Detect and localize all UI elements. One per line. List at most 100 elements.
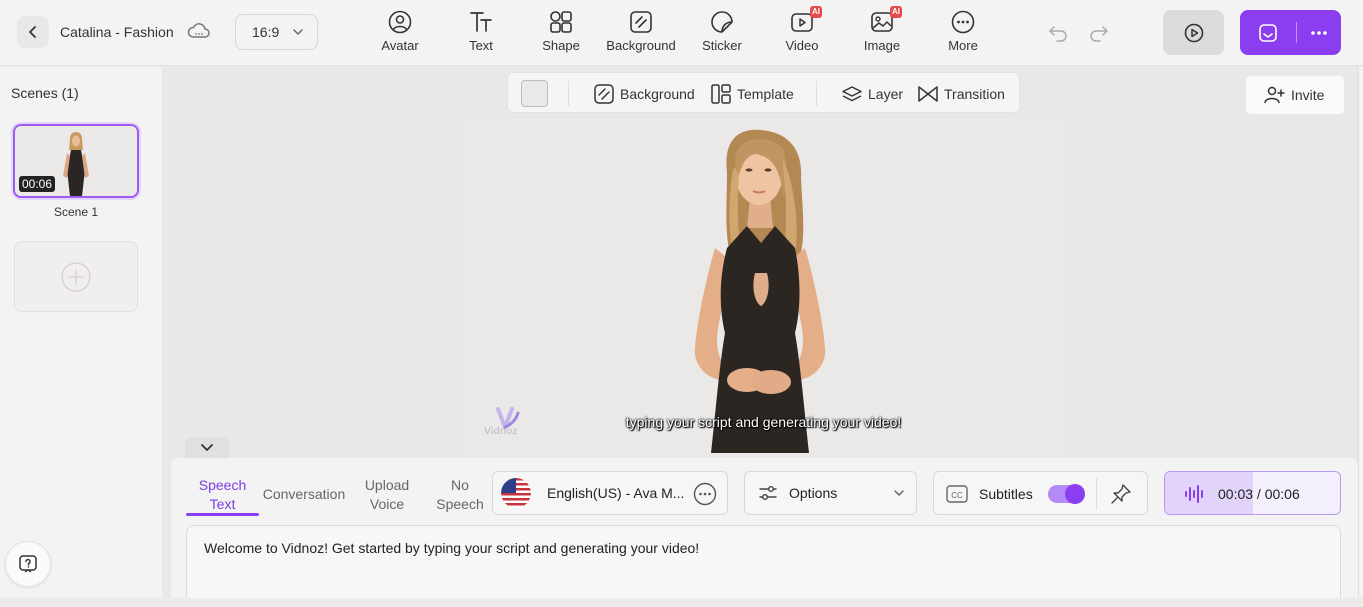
transition-icon bbox=[918, 86, 938, 102]
bottom-edge bbox=[0, 598, 1363, 607]
chevron-down-icon bbox=[894, 490, 904, 497]
tool-sticker[interactable]: Sticker bbox=[684, 8, 760, 58]
canvas-background-button[interactable]: Background bbox=[593, 82, 695, 106]
scene-thumbnail[interactable]: 00:06 bbox=[13, 124, 139, 198]
audio-player[interactable]: 00:03 / 00:06 bbox=[1164, 471, 1341, 515]
scenes-title: Scenes (1) bbox=[11, 85, 79, 101]
subtitles-control: CC Subtitles bbox=[933, 471, 1148, 515]
more-horizontal-icon[interactable] bbox=[693, 482, 717, 506]
tool-shape[interactable]: Shape bbox=[523, 8, 599, 58]
back-button[interactable] bbox=[17, 16, 49, 48]
tab-speech-text[interactable]: Speech Text bbox=[195, 476, 250, 514]
project-title[interactable]: Catalina - Fashion bbox=[60, 24, 174, 40]
collapse-panel-button[interactable] bbox=[185, 437, 229, 459]
top-toolbar: Catalina - Fashion 16:9 Avatar Text Shap… bbox=[0, 0, 1363, 66]
tab-label: Voice bbox=[369, 496, 405, 512]
audio-time: 00:03 / 00:06 bbox=[1218, 486, 1300, 502]
sticker-icon bbox=[711, 11, 733, 33]
options-select[interactable]: Options bbox=[744, 471, 917, 515]
invite-button[interactable]: Invite bbox=[1245, 75, 1345, 115]
aspect-ratio-select[interactable]: 16:9 bbox=[235, 14, 318, 50]
text-icon bbox=[470, 12, 492, 32]
tab-label: Speech bbox=[198, 477, 247, 493]
tool-avatar[interactable]: Avatar bbox=[362, 8, 438, 58]
add-scene-button[interactable] bbox=[14, 241, 138, 312]
voice-name: English(US) - Ava M... bbox=[547, 485, 685, 501]
divider bbox=[568, 81, 569, 106]
chevron-down-icon bbox=[293, 29, 303, 36]
divider bbox=[816, 81, 817, 106]
invite-label: Invite bbox=[1291, 87, 1325, 103]
toggle-knob bbox=[1065, 484, 1085, 504]
subtitles-label: Subtitles bbox=[979, 486, 1033, 502]
add-user-icon bbox=[1264, 86, 1285, 104]
tab-no-speech[interactable]: No Speech bbox=[431, 476, 489, 514]
tool-label: Avatar bbox=[381, 38, 419, 53]
tool-label: Video bbox=[785, 38, 819, 53]
aspect-ratio-value: 16:9 bbox=[252, 24, 280, 40]
scene-duration: 00:06 bbox=[19, 176, 56, 192]
ai-badge: AI bbox=[810, 6, 822, 18]
subtitle-style-icon[interactable] bbox=[1109, 482, 1133, 506]
chevron-left-icon bbox=[29, 26, 36, 38]
avatar-icon bbox=[388, 10, 412, 34]
tab-label: No bbox=[451, 477, 469, 493]
tool-label: Background bbox=[606, 38, 676, 53]
preview-button[interactable] bbox=[1163, 10, 1224, 55]
us-flag-icon bbox=[501, 478, 531, 508]
shape-icon bbox=[550, 11, 572, 33]
layer-icon bbox=[842, 86, 862, 102]
canvas-background-label: Background bbox=[620, 86, 695, 102]
sliders-icon bbox=[759, 485, 777, 500]
template-label: Template bbox=[737, 86, 794, 102]
export-button[interactable] bbox=[1240, 10, 1341, 55]
more-icon bbox=[951, 10, 975, 34]
tool-label: Shape bbox=[542, 38, 580, 53]
background-icon bbox=[630, 11, 652, 33]
help-button[interactable] bbox=[5, 541, 51, 587]
transition-label: Transition bbox=[944, 86, 1005, 102]
tab-label: Speech bbox=[436, 496, 484, 512]
undo-icon[interactable] bbox=[1046, 20, 1070, 44]
video-canvas[interactable]: Vidnoz typing your script and generating… bbox=[465, 118, 1062, 453]
script-textarea[interactable]: Welcome to Vidnoz! Get started by typing… bbox=[186, 525, 1341, 607]
voice-select[interactable]: English(US) - Ava M... bbox=[492, 471, 728, 515]
tab-conversation[interactable]: Conversation bbox=[260, 485, 348, 504]
tool-text[interactable]: Text bbox=[443, 8, 519, 58]
tool-more[interactable]: More bbox=[925, 8, 1001, 58]
cloud-save-icon bbox=[187, 23, 210, 38]
color-swatch[interactable] bbox=[521, 80, 548, 107]
options-label: Options bbox=[789, 485, 838, 501]
redo-icon[interactable] bbox=[1087, 20, 1111, 44]
template-button[interactable]: Template bbox=[710, 82, 794, 106]
play-circle-icon bbox=[1184, 23, 1203, 42]
more-horizontal-icon[interactable] bbox=[1308, 22, 1330, 44]
divider bbox=[1096, 478, 1097, 510]
audio-wave-icon bbox=[1185, 485, 1203, 503]
svg-text:CC: CC bbox=[951, 491, 963, 500]
plus-circle-icon bbox=[61, 261, 91, 292]
export-icon bbox=[1259, 24, 1277, 42]
tool-image[interactable]: AI Image bbox=[844, 6, 920, 58]
tool-background[interactable]: Background bbox=[603, 8, 679, 58]
transition-button[interactable]: Transition bbox=[917, 82, 1005, 106]
avatar-image[interactable] bbox=[465, 118, 1062, 453]
template-icon bbox=[711, 84, 731, 104]
tab-label: Upload bbox=[364, 477, 410, 493]
closed-captions-icon: CC bbox=[946, 485, 968, 503]
subtitle-overlay[interactable]: typing your script and generating your v… bbox=[465, 414, 1062, 430]
subtitles-toggle[interactable] bbox=[1048, 484, 1085, 504]
tool-label: Text bbox=[469, 38, 493, 53]
ai-badge: AI bbox=[890, 6, 902, 18]
scrollbar[interactable] bbox=[1358, 67, 1363, 607]
active-tab-indicator bbox=[186, 513, 259, 516]
layer-button[interactable]: Layer bbox=[841, 82, 903, 106]
tool-label: More bbox=[948, 38, 978, 53]
tool-label: Image bbox=[863, 38, 901, 53]
chevron-down-icon bbox=[201, 444, 213, 451]
scene-label: Scene 1 bbox=[53, 205, 99, 219]
tool-video[interactable]: AI Video bbox=[764, 6, 840, 58]
canvas-toolbar: Background Template Layer Transition bbox=[507, 72, 1020, 113]
help-icon bbox=[19, 555, 37, 573]
tab-upload-voice[interactable]: Upload Voice bbox=[359, 476, 415, 514]
